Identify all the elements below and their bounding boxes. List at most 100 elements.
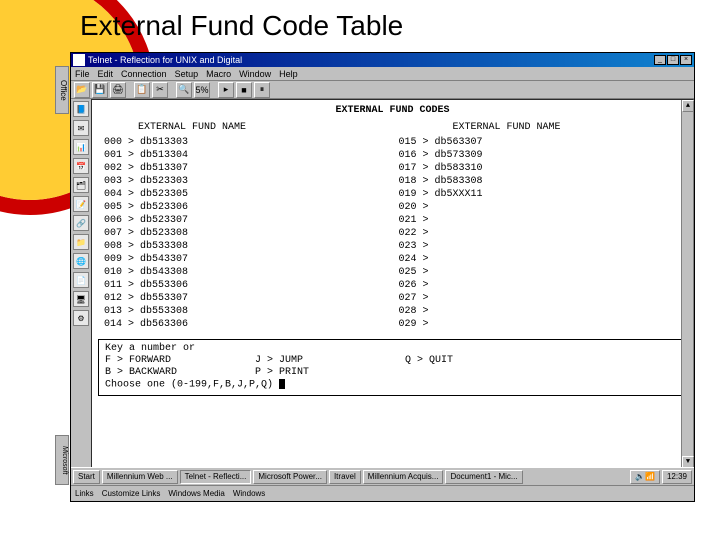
fund-row: 002 > db513307	[98, 162, 393, 175]
screen-title: EXTERNAL FUND CODES	[98, 104, 687, 117]
side-icon[interactable]: 📄	[73, 272, 89, 288]
links-bar: Links Customize Links Windows Media Wind…	[71, 485, 694, 501]
window-title: Telnet - Reflection for UNIX and Digital	[88, 55, 653, 65]
side-icon-bar: 📘 ✉ 📊 📅 🗂 📝 🔗 📁 🌐 📄 🖥 ⚙	[71, 99, 91, 469]
close-button[interactable]: ×	[680, 55, 692, 65]
links-label: Links	[75, 489, 94, 498]
save-icon[interactable]: 💾	[92, 82, 108, 98]
fund-row: 003 > db523303	[98, 175, 393, 188]
scrollbar[interactable]: ▲ ▼	[681, 100, 693, 468]
play-icon[interactable]: ▸	[218, 82, 234, 98]
taskbar-item[interactable]: Document1 - Mic...	[445, 470, 522, 484]
side-icon[interactable]: 📝	[73, 196, 89, 212]
office-shortcut-bar[interactable]: Office	[55, 66, 69, 114]
fund-row: 014 > db563306	[98, 318, 393, 331]
taskbar-item[interactable]: Millennium Web ...	[102, 470, 178, 484]
fund-row: 024 >	[393, 253, 688, 266]
prompt-choose: Choose one (0-199,F,B,J,P,Q)	[105, 380, 273, 391]
clock: 12:39	[662, 470, 692, 484]
taskbar-item[interactable]: Telnet - Reflecti...	[180, 470, 252, 484]
fund-row: 012 > db553307	[98, 292, 393, 305]
zoom-icon[interactable]: 🔍	[176, 82, 192, 98]
side-icon[interactable]: 🔗	[73, 215, 89, 231]
taskbar: Start Millennium Web ... Telnet - Reflec…	[71, 467, 694, 485]
fund-row: 029 >	[393, 318, 688, 331]
side-icon[interactable]: ⚙	[73, 310, 89, 326]
side-icon[interactable]: 📊	[73, 139, 89, 155]
stop-icon[interactable]: ■	[236, 82, 252, 98]
menu-help[interactable]: Help	[279, 69, 298, 79]
start-button[interactable]: Start	[73, 470, 100, 484]
fund-row: 023 >	[393, 240, 688, 253]
side-icon[interactable]: 📁	[73, 234, 89, 250]
app-icon	[73, 54, 85, 66]
fund-row: 005 > db523306	[98, 201, 393, 214]
fund-row: 017 > db583310	[393, 162, 688, 175]
menu-edit[interactable]: Edit	[98, 69, 114, 79]
link-item[interactable]: Customize Links	[102, 489, 161, 498]
scroll-up-icon[interactable]: ▲	[682, 100, 694, 112]
zoom-level[interactable]: 5%	[194, 82, 210, 98]
fund-row: 010 > db543308	[98, 266, 393, 279]
prompt-backward: B > BACKWARD	[105, 367, 255, 379]
menu-connection[interactable]: Connection	[121, 69, 167, 79]
side-icon[interactable]: ✉	[73, 120, 89, 136]
menu-window[interactable]: Window	[239, 69, 271, 79]
fund-row: 028 >	[393, 305, 688, 318]
tray-icons[interactable]: 🔊📶	[630, 470, 660, 484]
fund-row: 021 >	[393, 214, 688, 227]
taskbar-item[interactable]: Microsoft Power...	[253, 470, 327, 484]
maximize-button[interactable]: □	[667, 55, 679, 65]
fund-row: 018 > db583308	[393, 175, 688, 188]
taskbar-item[interactable]: Itravel	[329, 470, 361, 484]
side-icon[interactable]: 🗂	[73, 177, 89, 193]
toolbar: 📂 💾 🖨 📋 ✂ 🔍 5% ▸ ■ ⏸	[71, 81, 694, 99]
titlebar[interactable]: Telnet - Reflection for UNIX and Digital…	[71, 53, 694, 67]
fund-row: 013 > db553308	[98, 305, 393, 318]
prompt-quit: Q > QUIT	[405, 355, 453, 367]
cut-icon[interactable]: ✂	[152, 82, 168, 98]
prompt-box: Key a number or F > FORWARD J > JUMP Q >…	[98, 339, 687, 396]
telnet-window: Telnet - Reflection for UNIX and Digital…	[70, 52, 695, 502]
fund-row: 000 > db513303	[98, 136, 393, 149]
fund-row: 001 > db513304	[98, 149, 393, 162]
col-header-left: EXTERNAL FUND NAME	[98, 121, 393, 134]
open-icon[interactable]: 📂	[74, 82, 90, 98]
fund-row: 025 >	[393, 266, 688, 279]
prompt-print: P > PRINT	[255, 367, 309, 379]
menu-setup[interactable]: Setup	[175, 69, 199, 79]
side-icon[interactable]: 🌐	[73, 253, 89, 269]
fund-row: 020 >	[393, 201, 688, 214]
minimize-button[interactable]: _	[654, 55, 666, 65]
prompt-jump: J > JUMP	[255, 355, 405, 367]
fund-row: 026 >	[393, 279, 688, 292]
fund-row: 019 > db5XXX11	[393, 188, 688, 201]
menu-file[interactable]: File	[75, 69, 90, 79]
fund-row: 008 > db533308	[98, 240, 393, 253]
menubar: File Edit Connection Setup Macro Window …	[71, 67, 694, 81]
menu-macro[interactable]: Macro	[206, 69, 231, 79]
cursor	[279, 379, 285, 389]
fund-row: 006 > db523307	[98, 214, 393, 227]
side-icon[interactable]: 📘	[73, 101, 89, 117]
fund-row: 007 > db523308	[98, 227, 393, 240]
fund-list-left: 000 > db513303 001 > db513304 002 > db51…	[98, 136, 393, 331]
prompt-forward: F > FORWARD	[105, 355, 255, 367]
slide-title: External Fund Code Table	[80, 10, 403, 42]
link-item[interactable]: Windows Media	[168, 489, 224, 498]
fund-row: 016 > db573309	[393, 149, 688, 162]
paste-icon[interactable]: 📋	[134, 82, 150, 98]
side-icon[interactable]: 🖥	[73, 291, 89, 307]
fund-list-right: 015 > db563307 016 > db573309 017 > db58…	[393, 136, 688, 331]
print-icon[interactable]: 🖨	[110, 82, 126, 98]
prompt-line: Key a number or	[105, 343, 680, 355]
fund-row: 011 > db553306	[98, 279, 393, 292]
link-item[interactable]: Windows	[233, 489, 265, 498]
side-icon[interactable]: 📅	[73, 158, 89, 174]
fund-row: 009 > db543307	[98, 253, 393, 266]
pause-icon[interactable]: ⏸	[254, 82, 270, 98]
terminal-area[interactable]: ▲ ▼ EXTERNAL FUND CODES EXTERNAL FUND NA…	[91, 99, 694, 469]
microsoft-shortcut-bar[interactable]: Microsoft	[55, 435, 69, 485]
taskbar-item[interactable]: Millennium Acquis...	[363, 470, 444, 484]
fund-row: 022 >	[393, 227, 688, 240]
